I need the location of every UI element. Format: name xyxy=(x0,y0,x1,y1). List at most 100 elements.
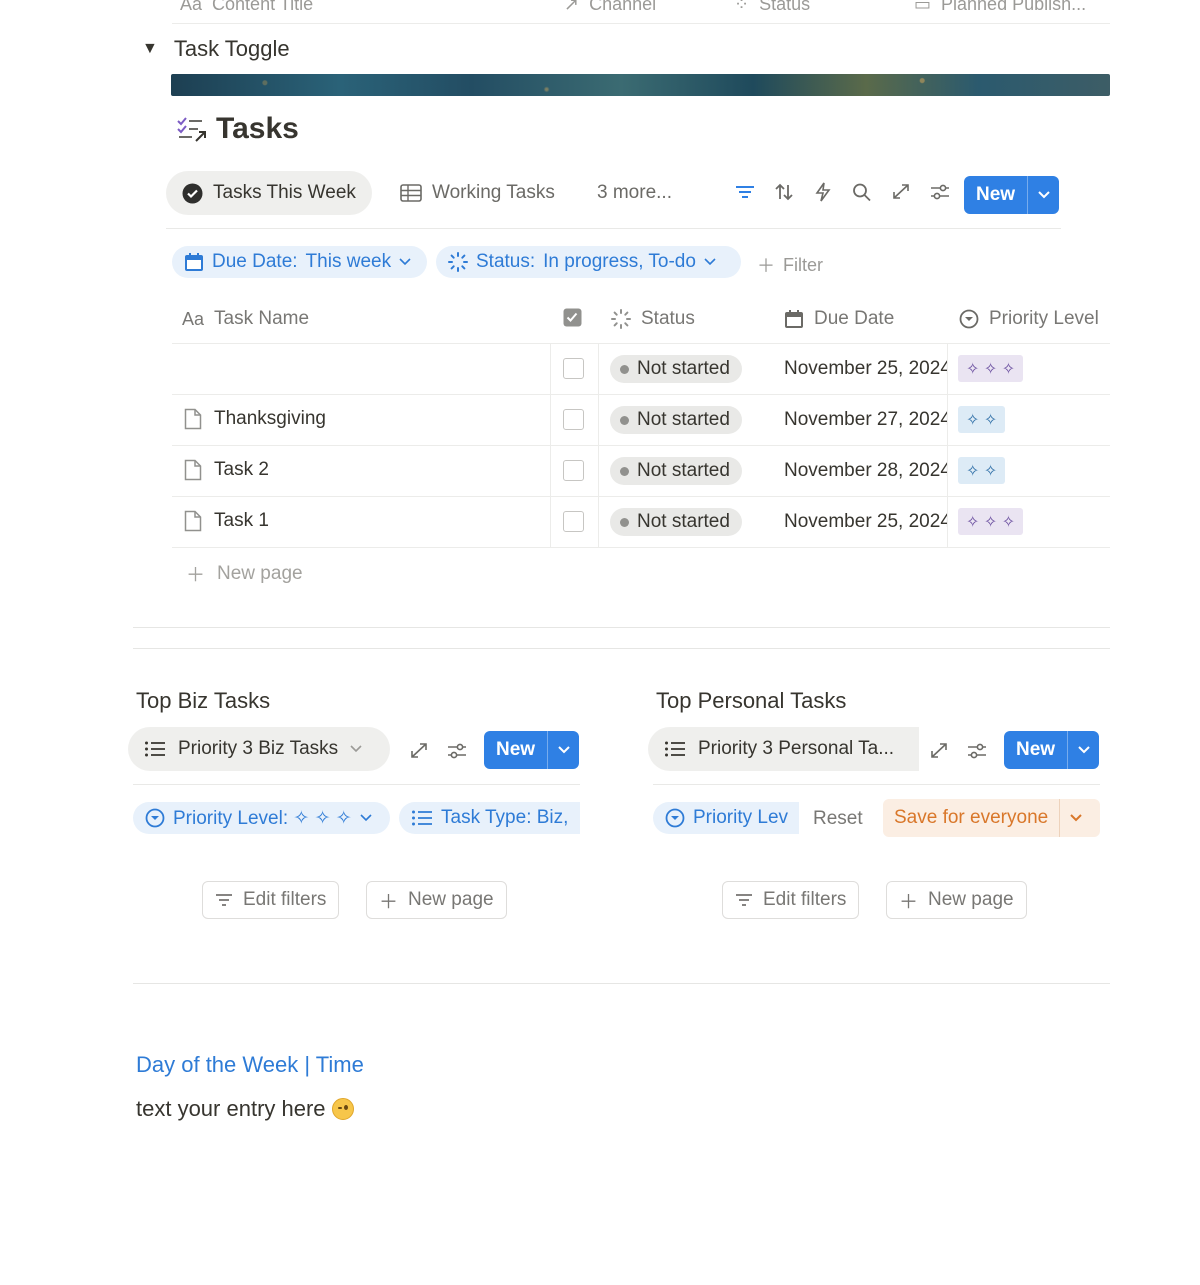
due-date-cell[interactable]: November 27, 2024 xyxy=(784,409,947,431)
chevron-down-icon[interactable] xyxy=(1067,731,1099,769)
personal-new-page-button[interactable]: ＋ New page xyxy=(886,881,1027,919)
header-task-name[interactable]: Aa Task Name xyxy=(182,308,309,330)
task-toggle[interactable]: ▼ Task Toggle xyxy=(142,36,290,62)
new-button[interactable]: New xyxy=(964,176,1060,214)
filter-due-date[interactable]: Due Date: This week xyxy=(172,246,427,278)
table-row[interactable]: Thanksgiving Not started November 27, 2024… xyxy=(172,395,1110,446)
database-cover-image xyxy=(171,74,1110,96)
filter-status[interactable]: Status: In progress, To-do xyxy=(436,246,741,278)
column-divider xyxy=(550,446,551,496)
priority-badge[interactable]: ✧ ✧ xyxy=(958,457,1006,484)
column-divider xyxy=(598,344,599,394)
task-name-cell[interactable]: Thanksgiving xyxy=(184,408,326,430)
biz-edit-filters-button[interactable]: Edit filters xyxy=(202,881,340,919)
divider xyxy=(653,784,1100,785)
divider xyxy=(133,648,1110,649)
check-circle-icon xyxy=(182,183,203,204)
table-new-page-button[interactable]: ＋ New page xyxy=(186,560,303,587)
chevron-down-icon[interactable] xyxy=(547,731,579,769)
save-for-everyone-button[interactable]: Save for everyone xyxy=(883,799,1100,837)
filter-icon xyxy=(735,892,753,908)
personal-edit-filters-button[interactable]: Edit filters xyxy=(722,881,860,919)
more-views-button[interactable]: 3 more... xyxy=(597,171,672,215)
biz-filter-priority[interactable]: Priority Level: ✧ ✧ ✧ xyxy=(133,802,390,834)
select-circle-icon xyxy=(665,808,685,828)
personal-new-button[interactable]: New xyxy=(1004,731,1100,769)
status-badge[interactable]: Not started xyxy=(610,406,742,434)
calendar-icon xyxy=(184,252,204,272)
chevron-down-icon[interactable] xyxy=(1059,799,1091,837)
divider xyxy=(133,983,1110,984)
page-icon xyxy=(184,510,202,532)
priority-badge[interactable]: ✧ ✧ xyxy=(958,406,1006,433)
column-divider xyxy=(550,497,551,547)
expand-icon[interactable] xyxy=(408,741,430,761)
row-checkbox[interactable] xyxy=(563,409,584,430)
priority-badge[interactable]: ✧ ✧ ✧ xyxy=(958,355,1024,382)
task-name-cell[interactable]: Task 2 xyxy=(184,459,269,481)
automation-bolt-icon[interactable] xyxy=(812,182,834,202)
header-priority-level[interactable]: Priority Level xyxy=(959,308,1099,330)
settings-sliders-icon[interactable] xyxy=(966,741,988,761)
sort-icon[interactable] xyxy=(773,182,795,202)
header-checkbox[interactable] xyxy=(563,308,582,327)
plus-icon: ＋ xyxy=(379,891,399,913)
reset-button[interactable]: Reset xyxy=(813,808,863,830)
tab-tasks-this-week[interactable]: Tasks This Week xyxy=(166,171,372,215)
priority-badge[interactable]: ✧ ✧ ✧ xyxy=(958,508,1024,535)
page-icon xyxy=(184,408,202,430)
header-status[interactable]: Status xyxy=(611,308,695,330)
settings-sliders-icon[interactable] xyxy=(929,182,951,202)
page-icon xyxy=(184,459,202,481)
chevron-down-icon xyxy=(704,258,716,266)
table-row[interactable]: Not started November 25, 2024 ✧ ✧ ✧ xyxy=(172,344,1110,395)
column-divider xyxy=(947,497,948,547)
task-name-cell[interactable]: Task 1 xyxy=(184,510,269,532)
column-divider xyxy=(598,395,599,445)
filter-icon[interactable] xyxy=(734,182,756,202)
status-badge[interactable]: Not started xyxy=(610,508,742,536)
toggle-label: Task Toggle xyxy=(173,36,290,61)
row-checkbox[interactable] xyxy=(563,511,584,532)
add-filter-button[interactable]: ＋ Filter xyxy=(757,252,823,278)
column-channel[interactable]: ↗ Channel xyxy=(564,0,656,15)
column-planned-publish[interactable]: ▭ Planned Publish... xyxy=(914,0,1086,15)
chevron-down-icon[interactable] xyxy=(1027,176,1059,214)
biz-new-page-button[interactable]: ＋ New page xyxy=(366,881,507,919)
page-title[interactable]: Tasks xyxy=(216,112,299,146)
personal-view-selector[interactable]: Priority 3 Personal Ta... xyxy=(648,727,919,771)
expand-icon[interactable] xyxy=(890,182,912,202)
table-row[interactable]: Task 2 Not started November 28, 2024 ✧ ✧ xyxy=(172,446,1110,497)
expand-icon[interactable] xyxy=(928,741,950,761)
table-row[interactable]: Task 1 Not started November 25, 2024 ✧ ✧ ✧ xyxy=(172,497,1110,548)
due-date-cell[interactable]: November 25, 2024 xyxy=(784,511,947,533)
row-checkbox[interactable] xyxy=(563,358,584,379)
chevron-down-icon xyxy=(360,814,372,822)
due-date-cell[interactable]: November 25, 2024 xyxy=(784,358,947,380)
settings-sliders-icon[interactable] xyxy=(446,741,468,761)
previous-table-header: Aa Content Title ↗ Channel ⁘ Status ▭ Pla… xyxy=(172,0,1110,24)
biz-filter-task-type[interactable]: Task Type: Biz, xyxy=(399,802,580,834)
biz-new-button[interactable]: New xyxy=(484,731,580,769)
filter-icon xyxy=(215,892,233,908)
status-dot-icon xyxy=(620,517,629,527)
status-badge[interactable]: Not started xyxy=(610,355,742,383)
due-date-cell[interactable]: November 28, 2024 xyxy=(784,460,947,482)
status-dot-icon xyxy=(620,415,629,425)
column-status[interactable]: ⁘ Status xyxy=(734,0,810,15)
journal-heading[interactable]: Day of the Week | Time xyxy=(136,1052,364,1078)
tasks-table: Aa Task Name Status Due Date Priority Le… xyxy=(172,296,1110,548)
status-spinner-icon xyxy=(611,309,631,329)
search-icon[interactable] xyxy=(851,182,873,202)
column-content-title[interactable]: Aa Content Title xyxy=(180,0,313,15)
row-checkbox[interactable] xyxy=(563,460,584,481)
divider xyxy=(133,627,1110,628)
chevron-down-icon xyxy=(399,258,411,266)
biz-view-selector[interactable]: Priority 3 Biz Tasks xyxy=(128,727,390,771)
status-badge[interactable]: Not started xyxy=(610,457,742,485)
journal-entry[interactable]: text your entry here xyxy=(136,1096,354,1122)
header-due-date[interactable]: Due Date xyxy=(784,308,894,330)
toggle-triangle-icon[interactable]: ▼ xyxy=(142,40,158,58)
tab-working-tasks[interactable]: Working Tasks xyxy=(400,171,555,215)
personal-filter-priority[interactable]: Priority Lev xyxy=(653,802,799,834)
